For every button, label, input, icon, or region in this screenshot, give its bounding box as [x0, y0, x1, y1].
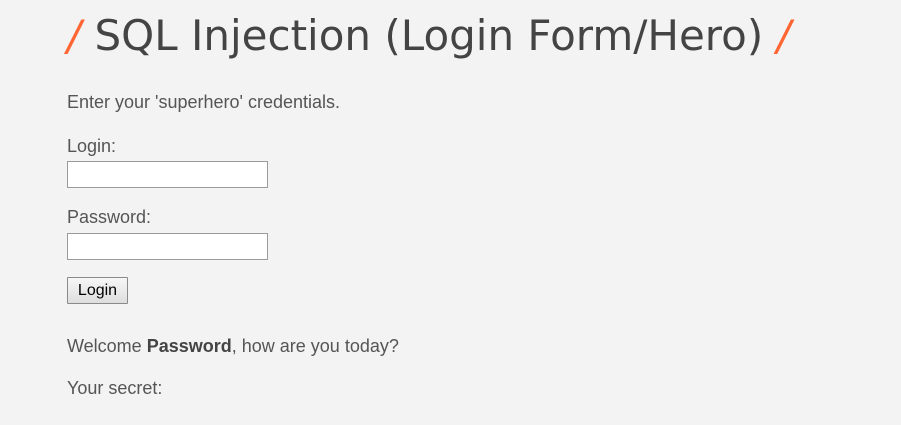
title-slash-left: / [67, 11, 82, 60]
password-input[interactable] [67, 233, 268, 260]
password-label: Password: [67, 207, 152, 227]
login-button[interactable]: Login [67, 277, 128, 304]
form-intro: Enter your 'superhero' credentials. [67, 92, 341, 112]
page: / SQL Injection (Login Form/Hero) / Ente… [0, 0, 901, 425]
page-title: / SQL Injection (Login Form/Hero) / [67, 8, 791, 64]
secret-label: Your secret: [67, 378, 163, 398]
login-input[interactable] [67, 161, 268, 188]
welcome-message: Welcome Password, how are you today? [67, 335, 399, 357]
welcome-prefix: Welcome [67, 336, 147, 356]
welcome-suffix: , how are you today? [231, 336, 399, 356]
welcome-name: Password [146, 336, 232, 356]
title-slash-right: / [776, 11, 791, 60]
login-label: Login: [67, 136, 117, 156]
title-text: SQL Injection (Login Form/Hero) [94, 11, 764, 60]
